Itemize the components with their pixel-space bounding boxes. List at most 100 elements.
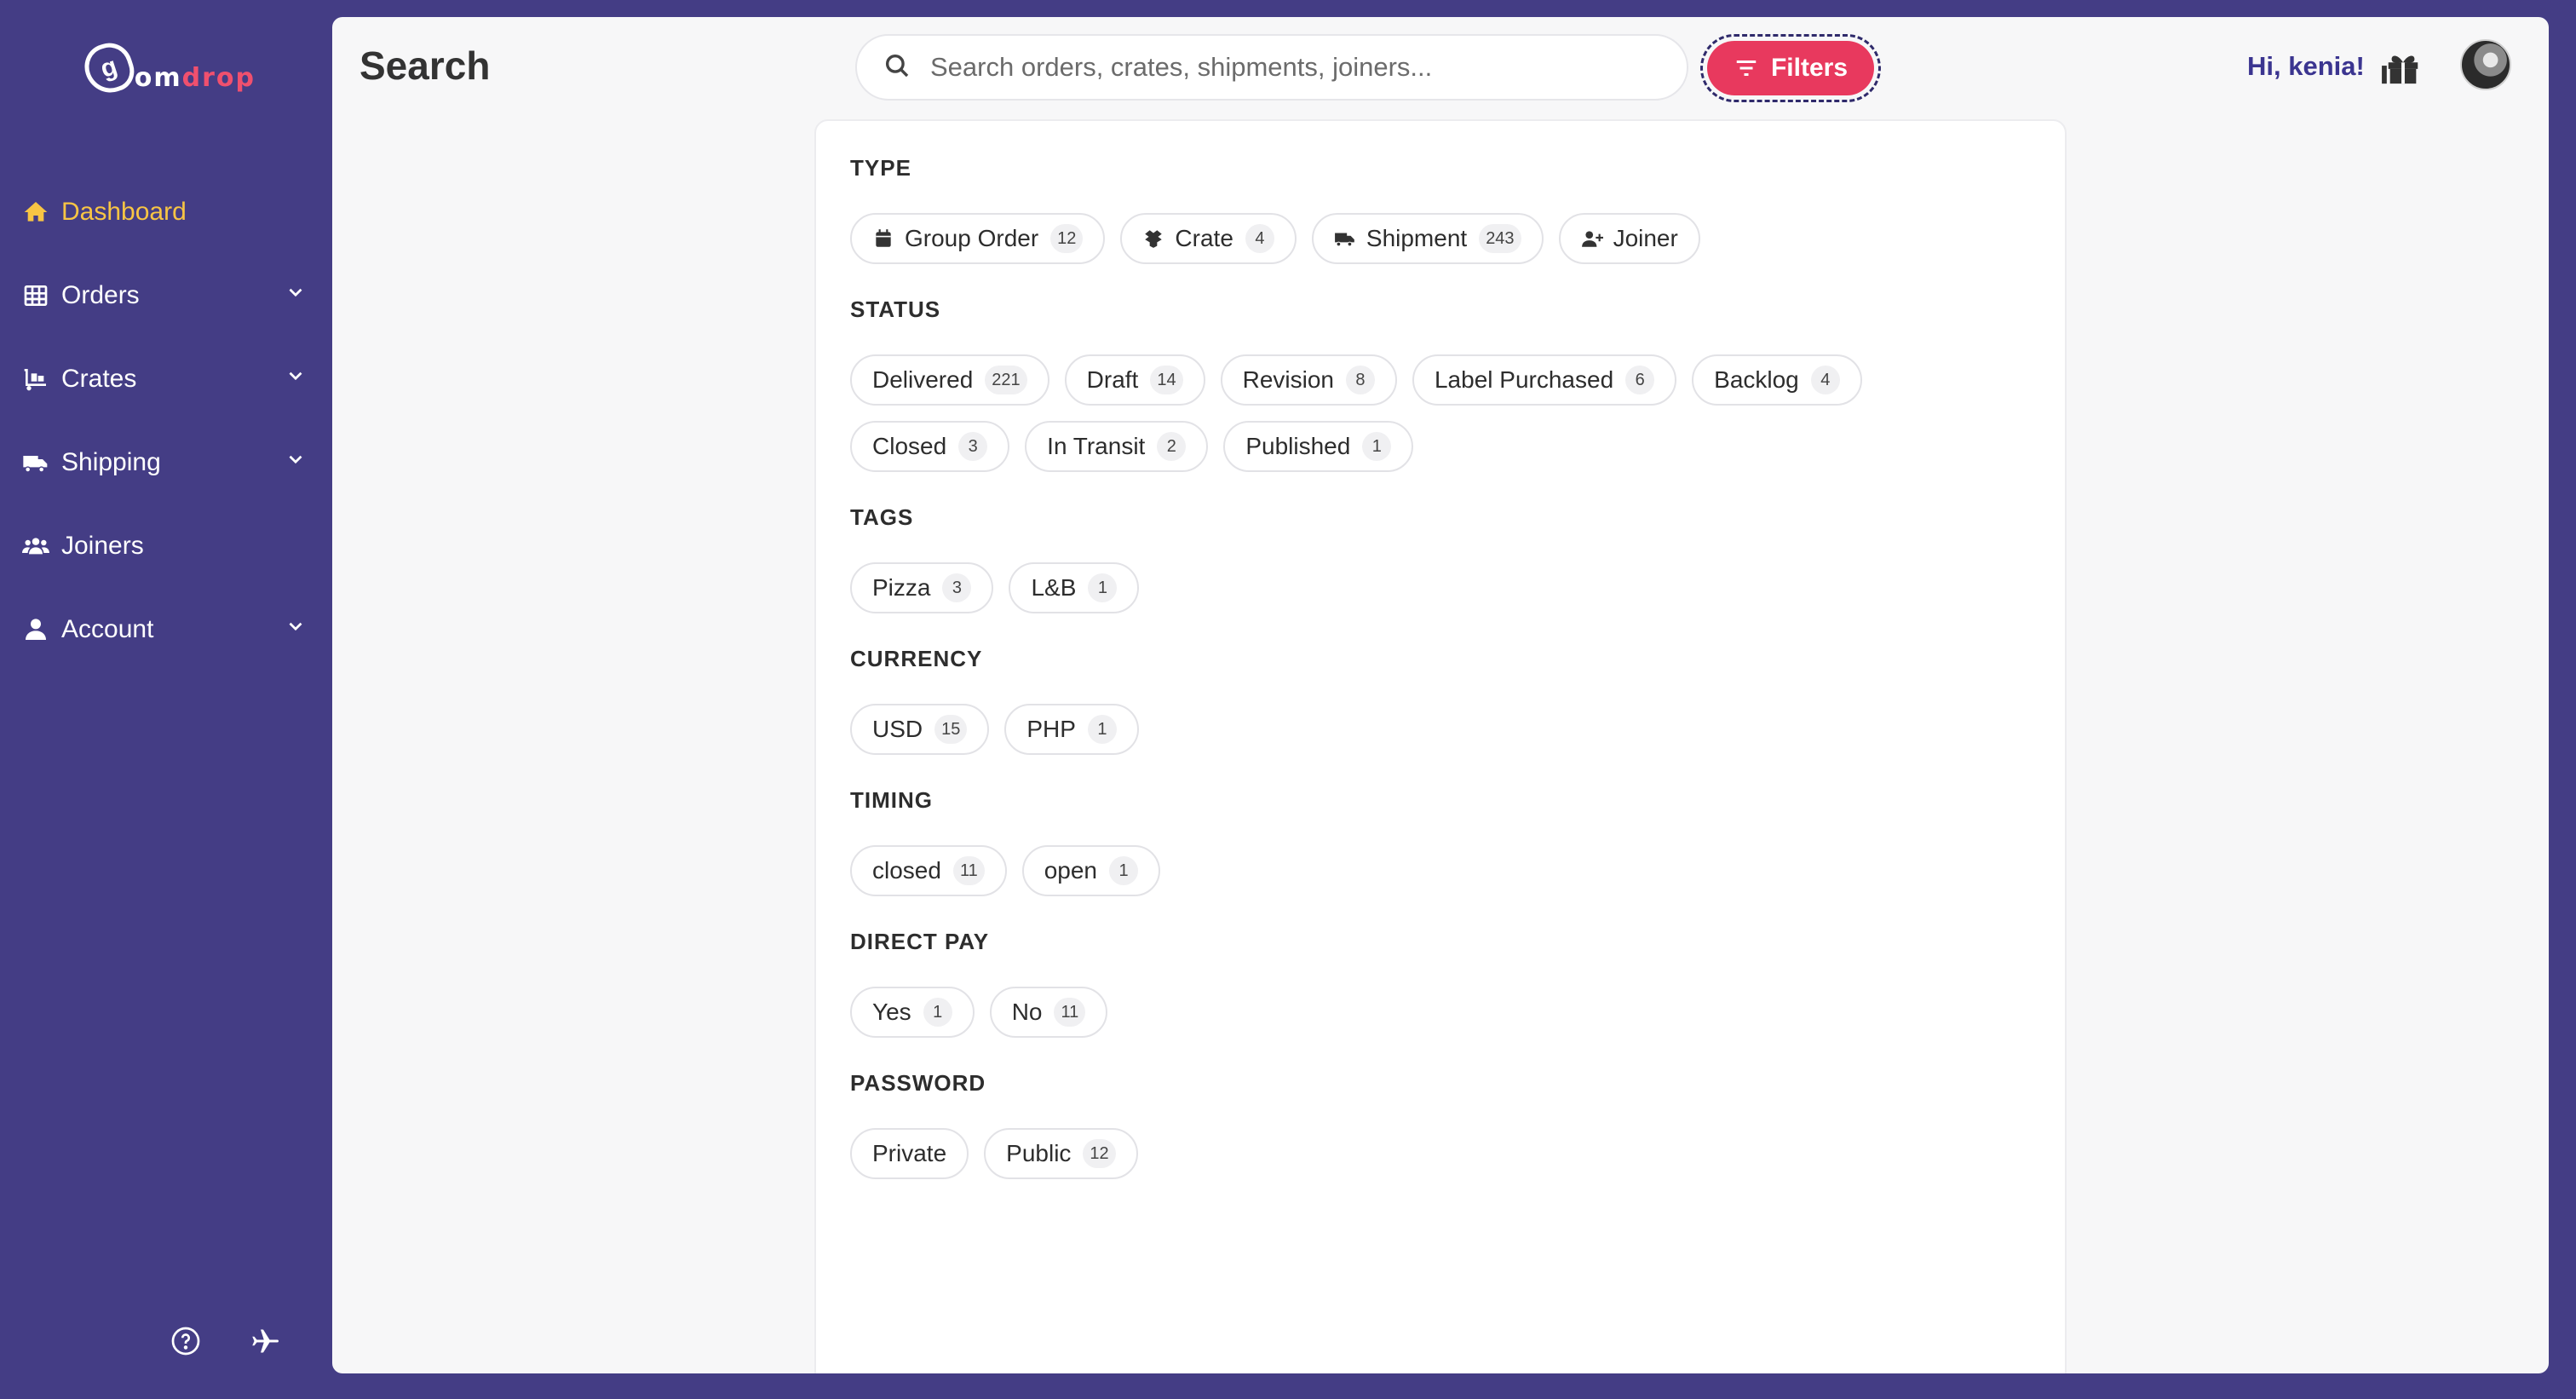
search-input[interactable] (930, 52, 1663, 83)
chip-password-private[interactable]: Private (850, 1128, 969, 1179)
truck-icon (1334, 233, 1354, 247)
chip-group: USD 15 PHP 1 (850, 704, 2031, 755)
chip-label: Crate (1175, 225, 1233, 251)
sidebar-item-label: Joiners (61, 532, 144, 560)
chevron-down-icon[interactable] (285, 448, 307, 477)
chip-label: Private (872, 1140, 947, 1166)
chip-type-joiner[interactable]: Joiner (1558, 213, 1700, 264)
chip-currency-php[interactable]: PHP 1 (1004, 704, 1139, 755)
chip-label: open (1044, 857, 1097, 884)
app-logo[interactable]: g om drop (78, 34, 256, 102)
sidebar-item-label: Shipping (61, 448, 161, 476)
chip-label: Label Purchased (1434, 366, 1614, 393)
chip-status-draft[interactable]: Draft 14 (1064, 354, 1205, 406)
avatar[interactable] (2460, 39, 2511, 90)
chip-timing-closed[interactable]: closed 11 (850, 845, 1007, 896)
chip-label: USD (872, 716, 923, 742)
chip-label: L&B (1031, 574, 1077, 601)
sidebar-nav: Dashboard Orders Crates Shipping Joiners… (0, 170, 332, 671)
chip-label: Pizza (872, 574, 931, 601)
chevron-down-icon[interactable] (285, 365, 307, 394)
sidebar-item-label: Crates (61, 365, 137, 393)
filter-section-timing: TIMING closed 11 open 1 (850, 787, 2031, 896)
chip-group: Group Order 12 Crate 4 Shipment 243 Join… (850, 213, 2031, 264)
chip-tag-lb[interactable]: L&B 1 (1009, 562, 1140, 613)
chip-status-label-purchased[interactable]: Label Purchased 6 (1412, 354, 1677, 406)
dolly-icon (20, 364, 51, 394)
chip-count: 8 (1345, 366, 1375, 394)
section-title: DIRECT PAY (850, 929, 990, 954)
logo-text-white: om (134, 63, 182, 93)
chip-tag-pizza[interactable]: Pizza 3 (850, 562, 994, 613)
sidebar-footer (170, 1326, 281, 1361)
airplane-icon[interactable] (250, 1326, 281, 1361)
filter-section-direct-pay: DIRECT PAY Yes 1 No 11 (850, 929, 2031, 1038)
chip-direct-pay-no[interactable]: No 11 (989, 987, 1108, 1038)
chip-status-in-transit[interactable]: In Transit 2 (1025, 421, 1209, 472)
chip-count: 12 (1050, 224, 1084, 253)
chip-currency-usd[interactable]: USD 15 (850, 704, 990, 755)
filter-section-currency: CURRENCY USD 15 PHP 1 (850, 646, 2031, 755)
chip-label: Delivered (872, 366, 974, 393)
chip-label: In Transit (1047, 433, 1146, 459)
user-icon (20, 614, 51, 645)
sidebar-item-joiners[interactable]: Joiners (0, 504, 332, 588)
chip-count: 1 (923, 998, 952, 1027)
search-bar[interactable] (855, 34, 1688, 101)
sidebar-item-crates[interactable]: Crates (0, 337, 332, 421)
chip-count: 1 (1362, 432, 1392, 461)
chip-group: Private Public 12 (850, 1128, 2031, 1179)
filters-button[interactable]: Filters (1700, 34, 1881, 102)
calendar-icon (876, 229, 891, 247)
filters-label: Filters (1770, 54, 1849, 82)
section-title: TYPE (850, 155, 911, 181)
gift-icon[interactable] (2382, 48, 2424, 91)
filter-section-type: TYPE Group Order 12 Crate 4 Shipment 243 (850, 155, 2031, 264)
main-panel: Search Filters Hi, kenia! TYPE Group Ord… (332, 17, 2549, 1373)
page-title: Search (359, 43, 491, 88)
chip-status-closed[interactable]: Closed 3 (850, 421, 1010, 472)
filter-lines-icon (1736, 60, 1757, 76)
chip-direct-pay-yes[interactable]: Yes 1 (850, 987, 975, 1038)
chip-group: Yes 1 No 11 (850, 987, 2031, 1038)
section-title: CURRENCY (850, 646, 983, 671)
chip-count: 4 (1810, 366, 1840, 394)
chevron-down-icon[interactable] (285, 281, 307, 310)
chip-group: closed 11 open 1 (850, 845, 2031, 896)
help-icon[interactable] (170, 1326, 201, 1361)
table-icon (20, 280, 51, 311)
chip-type-shipment[interactable]: Shipment 243 (1311, 213, 1544, 264)
chip-type-group-order[interactable]: Group Order 12 (850, 213, 1106, 264)
sidebar-item-orders[interactable]: Orders (0, 254, 332, 337)
logo-text-pink: drop (181, 63, 256, 93)
chip-group: Pizza 3 L&B 1 (850, 562, 2031, 613)
chip-status-revision[interactable]: Revision 8 (1220, 354, 1397, 406)
sidebar-item-dashboard[interactable]: Dashboard (0, 170, 332, 254)
chip-label: closed (872, 857, 941, 884)
chip-type-crate[interactable]: Crate 4 (1120, 213, 1297, 264)
sidebar-item-label: Account (61, 615, 154, 643)
section-title: TIMING (850, 787, 933, 813)
chip-status-delivered[interactable]: Delivered 221 (850, 354, 1049, 406)
chip-count: 12 (1083, 1139, 1116, 1168)
logo-text: om drop (135, 43, 256, 93)
chip-count: 243 (1479, 224, 1521, 253)
chip-count: 14 (1150, 366, 1183, 394)
chip-label: No (1011, 999, 1043, 1025)
sidebar-item-label: Orders (61, 281, 140, 309)
truck-icon (20, 447, 51, 478)
chip-label: Draft (1086, 366, 1139, 393)
chip-password-public[interactable]: Public 12 (984, 1128, 1138, 1179)
chip-timing-open[interactable]: open 1 (1021, 845, 1160, 896)
chip-status-backlog[interactable]: Backlog 4 (1692, 354, 1862, 406)
sidebar-item-account[interactable]: Account (0, 588, 332, 671)
chip-count: 11 (1054, 998, 1086, 1027)
chevron-down-icon[interactable] (285, 615, 307, 644)
chip-label: Shipment (1366, 225, 1468, 251)
chip-status-published[interactable]: Published 1 (1223, 421, 1414, 472)
section-title: PASSWORD (850, 1070, 986, 1096)
chip-label: Backlog (1714, 366, 1799, 393)
chip-count: 15 (934, 715, 968, 744)
sidebar-item-shipping[interactable]: Shipping (0, 421, 332, 504)
chip-label: Closed (872, 433, 947, 459)
